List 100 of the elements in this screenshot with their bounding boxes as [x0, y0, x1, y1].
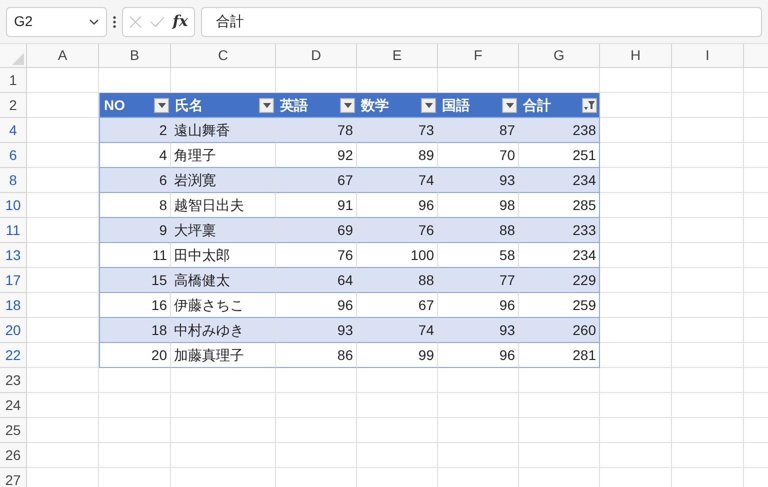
insert-function-button[interactable]: fx	[172, 10, 188, 33]
row-header[interactable]: 18	[0, 293, 27, 318]
table-cell: 加藤真理子	[171, 343, 276, 368]
empty-cell	[672, 343, 744, 368]
row-header[interactable]: 27	[0, 468, 27, 487]
table-cell: 67	[276, 168, 357, 193]
empty-cell	[600, 443, 672, 468]
table-cell: 229	[519, 268, 600, 293]
table-cell: 岩渕寛	[171, 168, 276, 193]
table-cell: 2	[99, 118, 171, 143]
table-cell: 64	[276, 268, 357, 293]
empty-cell	[672, 168, 744, 193]
row-header[interactable]: 13	[0, 243, 27, 268]
caret-icon	[262, 102, 270, 108]
table-cell: 238	[519, 118, 600, 143]
table-cell: 233	[519, 218, 600, 243]
empty-cell	[672, 118, 744, 143]
table-cell: 100	[357, 243, 438, 268]
table-cell: 259	[519, 293, 600, 318]
row-header[interactable]: 1	[0, 68, 27, 93]
column-title: 氏名	[175, 96, 203, 114]
empty-cell	[672, 318, 744, 343]
empty-cell	[600, 68, 672, 93]
table-cell: 76	[276, 243, 357, 268]
filter-dropdown-button[interactable]	[502, 98, 517, 112]
column-title: 数学	[361, 96, 389, 114]
empty-cell	[672, 293, 744, 318]
table-cell: 8	[99, 193, 171, 218]
empty-cell	[672, 443, 744, 468]
table-cell: 89	[357, 143, 438, 168]
formula-field[interactable]: 合計	[201, 6, 762, 36]
row-header[interactable]: 25	[0, 418, 27, 443]
filter-dropdown-button[interactable]	[340, 98, 355, 112]
column-header[interactable]: B	[99, 44, 171, 67]
row-header[interactable]: 2	[0, 93, 27, 118]
table-cell: 93	[438, 168, 519, 193]
table-cell: 74	[357, 168, 438, 193]
row-header[interactable]: 6	[0, 143, 27, 168]
table-cell: 越智日出夫	[171, 193, 276, 218]
empty-cell	[672, 93, 744, 118]
more-options-icon[interactable]	[113, 16, 116, 28]
filter-dropdown-button[interactable]	[259, 98, 274, 112]
row-header[interactable]: 11	[0, 218, 27, 243]
filter-applied-button[interactable]	[582, 98, 597, 112]
column-title: 英語	[280, 96, 308, 114]
column-header[interactable]: I	[672, 44, 744, 67]
table-cell: 96	[357, 193, 438, 218]
table-cell: 田中太郎	[171, 243, 276, 268]
row-header[interactable]: 26	[0, 443, 27, 468]
empty-cell	[672, 268, 744, 293]
empty-cell	[672, 368, 744, 393]
empty-cell	[672, 143, 744, 168]
row-header[interactable]: 10	[0, 193, 27, 218]
table-cell: 高橋健太	[171, 268, 276, 293]
empty-cell	[672, 243, 744, 268]
row-header[interactable]: 24	[0, 393, 27, 418]
table-cell: 16	[99, 293, 171, 318]
table-cell: 4	[99, 143, 171, 168]
table-cell: 234	[519, 243, 600, 268]
column-header[interactable]: D	[276, 44, 357, 67]
table-cell: 大坪稟	[171, 218, 276, 243]
row-header[interactable]: 8	[0, 168, 27, 193]
table-cell: 角理子	[171, 143, 276, 168]
table-cell: 6	[99, 168, 171, 193]
table-cell: 96	[438, 293, 519, 318]
column-header[interactable]: G	[519, 44, 600, 67]
table-cell: 96	[276, 293, 357, 318]
column-header[interactable]: E	[357, 44, 438, 67]
table-cell: 76	[357, 218, 438, 243]
empty-cell	[600, 418, 672, 443]
row-header[interactable]: 23	[0, 368, 27, 393]
column-header[interactable]: F	[438, 44, 519, 67]
row-header[interactable]: 17	[0, 268, 27, 293]
chevron-down-icon	[89, 18, 99, 24]
table-cell: 9	[99, 218, 171, 243]
row-header[interactable]: 22	[0, 343, 27, 368]
empty-cell	[99, 393, 171, 418]
caret-icon	[424, 102, 432, 108]
filter-dropdown-button[interactable]	[421, 98, 436, 112]
table-cell: 92	[276, 143, 357, 168]
empty-cell	[672, 193, 744, 218]
column-header[interactable]: H	[600, 44, 672, 67]
table-cell: 伊藤さちこ	[171, 293, 276, 318]
table-cell: 86	[276, 343, 357, 368]
column-header[interactable]: A	[27, 44, 99, 67]
table-cell: 88	[357, 268, 438, 293]
table-cell: 285	[519, 193, 600, 218]
empty-cell	[99, 443, 171, 468]
table-cell: 88	[438, 218, 519, 243]
table-cell: 98	[438, 193, 519, 218]
filter-icon	[584, 100, 595, 110]
row-header[interactable]: 20	[0, 318, 27, 343]
cell-reference: G2	[14, 12, 33, 31]
filter-dropdown-button[interactable]	[154, 98, 169, 112]
column-header[interactable]: C	[171, 44, 276, 67]
row-header[interactable]: 4	[0, 118, 27, 143]
table-cell: 91	[276, 193, 357, 218]
name-box[interactable]: G2	[6, 6, 107, 36]
empty-cell	[672, 68, 744, 93]
check-icon[interactable]	[150, 16, 165, 28]
